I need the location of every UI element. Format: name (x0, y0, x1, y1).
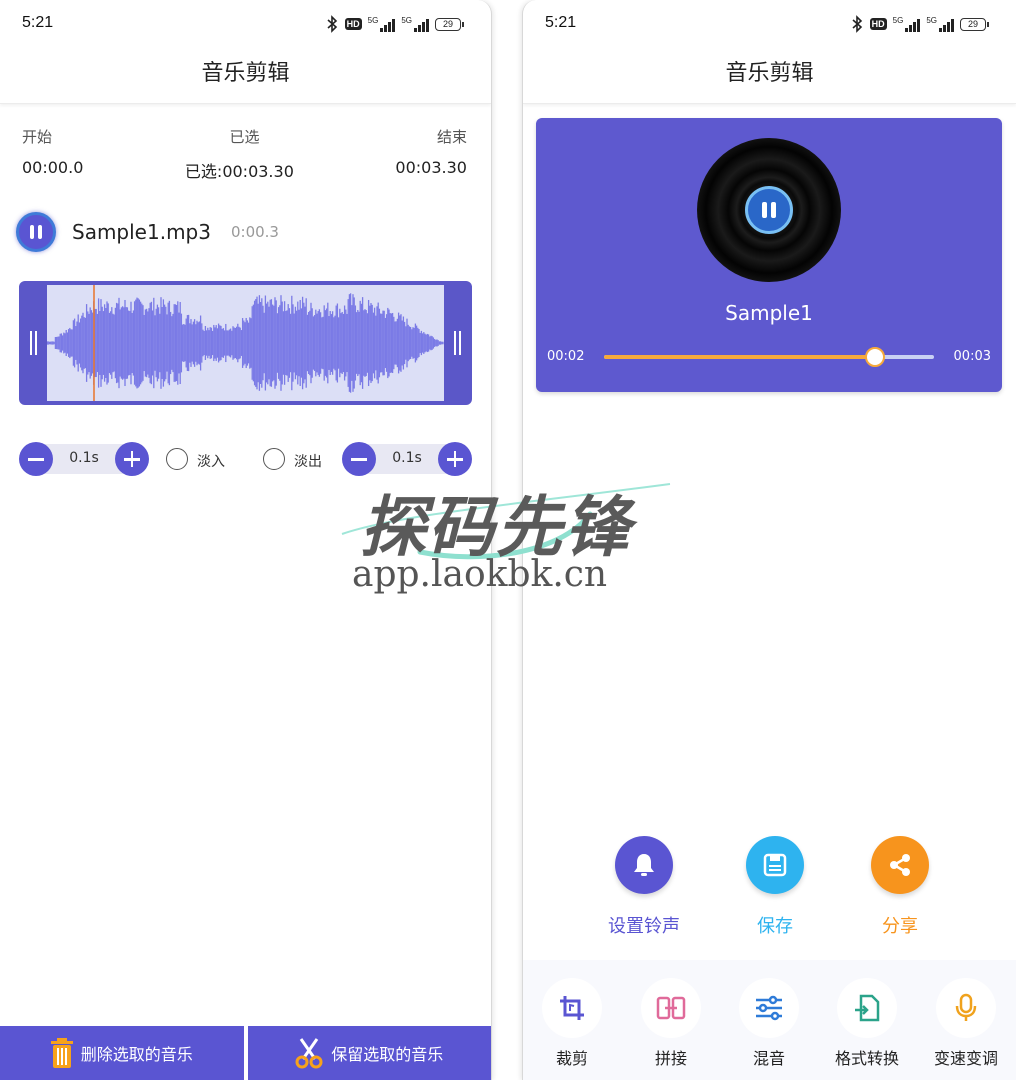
hd-badge: HD (344, 18, 362, 30)
tool-crop[interactable]: 裁剪 (527, 978, 617, 1069)
tool-bar: 裁剪 拼接 混音 格式转换 变速变调 (523, 960, 1016, 1080)
set-ringtone-button[interactable]: 设置铃声 (584, 836, 704, 938)
tool-splice-label: 拼接 (654, 1049, 687, 1068)
battery-icon: 29 (435, 17, 464, 31)
waveform (46, 285, 444, 401)
waveform-selector[interactable] (19, 281, 472, 405)
start-label: 开始 (22, 128, 53, 146)
keep-selection-button[interactable]: 保留选取的音乐 (247, 1026, 491, 1080)
page-title: 音乐剪辑 (523, 48, 1016, 104)
fade-in-label: 淡入 (197, 454, 225, 470)
tool-format-convert-label: 格式转换 (834, 1049, 899, 1068)
time-labels: 开始 已选 结束 (22, 126, 467, 147)
tool-crop-label: 裁剪 (555, 1049, 588, 1068)
right-screen: 5:21 HD 5G 5G 29 音乐剪辑 Sample1 00:02 00:0… (522, 0, 1016, 1080)
set-ringtone-label: 设置铃声 (608, 916, 680, 937)
minus-icon (28, 458, 44, 461)
left-screen: 5:21 HD 5G 5G 29 音乐剪辑 开始 已选 结束 00:00.0 已… (0, 0, 492, 1080)
battery-icon: 29 (960, 17, 989, 31)
selected-label: 已选 (229, 128, 260, 146)
mixer-icon (739, 978, 799, 1038)
pause-icon (30, 225, 42, 239)
total-length: 00:03 (953, 349, 991, 364)
signal-icon: 5G (926, 16, 954, 32)
status-bar: 5:21 HD 5G 5G 29 (523, 0, 1016, 48)
player-card: Sample1 00:02 00:03 (536, 118, 1002, 392)
status-time: 5:21 (545, 14, 577, 31)
fade-out-stepper: 0.1s (342, 442, 472, 476)
trash-icon (50, 1038, 73, 1068)
save-button[interactable]: 保存 (715, 836, 835, 938)
page-title: 音乐剪辑 (0, 48, 491, 104)
end-time[interactable]: 00:03.30 (395, 158, 467, 182)
fade-out-radio[interactable] (263, 448, 285, 470)
pause-button[interactable] (16, 212, 56, 252)
seek-thumb[interactable] (864, 347, 885, 367)
bluetooth-icon (852, 15, 862, 33)
status-bar: 5:21 HD 5G 5G 29 (0, 0, 491, 48)
fade-out-label: 淡出 (294, 454, 322, 470)
tool-mix[interactable]: 混音 (724, 978, 814, 1069)
floppy-disk-icon (746, 836, 804, 894)
fade-in-radio[interactable] (166, 448, 188, 470)
share-icon (871, 836, 929, 894)
scissors-icon (295, 1038, 323, 1069)
tool-splice[interactable]: 拼接 (626, 978, 716, 1069)
track-row: Sample1.mp3 0:00.3 (16, 212, 279, 252)
vinyl-record-icon (697, 138, 841, 282)
left-trim-handle[interactable] (28, 331, 38, 355)
song-title: Sample1 (725, 301, 813, 325)
tool-format-convert[interactable]: 格式转换 (822, 978, 912, 1069)
format-convert-icon (837, 978, 897, 1038)
bluetooth-icon (327, 15, 337, 33)
end-label: 结束 (436, 128, 467, 146)
tool-speed-pitch-label: 变速变调 (933, 1049, 998, 1068)
minus-icon (351, 458, 367, 461)
status-icons: HD 5G 5G 29 (850, 14, 989, 34)
track-duration: 0:00.3 (230, 223, 279, 241)
delete-selection-button[interactable]: 删除选取的音乐 (0, 1026, 244, 1080)
right-trim-handle[interactable] (452, 331, 462, 355)
fade-controls: 0.1s 淡入 淡出 0.1s (19, 442, 474, 476)
bell-icon (615, 836, 673, 894)
fade-in-plus-button[interactable] (115, 442, 149, 476)
status-time: 5:21 (22, 14, 54, 31)
start-time[interactable]: 00:00.0 (22, 158, 83, 182)
status-icons: HD 5G 5G 29 (325, 14, 464, 34)
microphone-icon (936, 978, 996, 1038)
fade-in-stepper: 0.1s (19, 442, 149, 476)
splice-icon (641, 978, 701, 1038)
seek-progress (604, 355, 875, 359)
signal-icon: 5G (401, 16, 429, 32)
save-label: 保存 (757, 916, 793, 937)
fade-out-minus-button[interactable] (342, 442, 376, 476)
selected-time: 已选:00:03.30 (184, 162, 294, 181)
tool-mix-label: 混音 (752, 1049, 785, 1068)
fade-out-plus-button[interactable] (438, 442, 472, 476)
seek-bar[interactable] (604, 347, 934, 367)
share-label: 分享 (882, 916, 918, 937)
delete-selection-label: 删除选取的音乐 (80, 1045, 193, 1064)
crop-icon (542, 978, 602, 1038)
current-position: 00:02 (547, 349, 585, 364)
pause-icon (762, 202, 776, 218)
signal-icon: 5G (368, 16, 396, 32)
tool-speed-pitch[interactable]: 变速变调 (921, 978, 1011, 1069)
hd-badge: HD (869, 18, 887, 30)
share-button[interactable]: 分享 (840, 836, 960, 938)
fade-in-minus-button[interactable] (19, 442, 53, 476)
waveform-graphic (46, 285, 444, 401)
keep-selection-label: 保留选取的音乐 (331, 1045, 444, 1064)
track-name: Sample1.mp3 (72, 220, 211, 244)
time-values: 00:00.0 已选:00:03.30 00:03.30 (22, 158, 467, 182)
bottom-action-bar: 删除选取的音乐 保留选取的音乐 (0, 1026, 491, 1080)
signal-icon: 5G (893, 16, 921, 32)
pause-button[interactable] (745, 186, 793, 234)
